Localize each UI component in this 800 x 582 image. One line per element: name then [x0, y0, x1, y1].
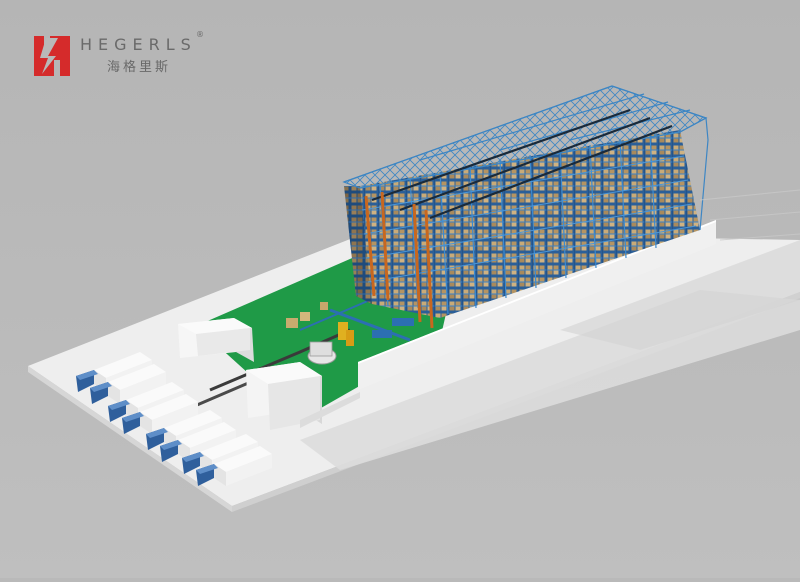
warehouse-rendering [0, 0, 800, 578]
brand-name-cn: 海格里斯 [107, 60, 172, 75]
hegerls-logo-mark-icon [34, 36, 70, 76]
brand-name-en: HEGERLS [80, 35, 197, 54]
brand-logo: HEGERLS ® 海格里斯 [32, 30, 212, 84]
registered-mark: ® [196, 30, 204, 39]
